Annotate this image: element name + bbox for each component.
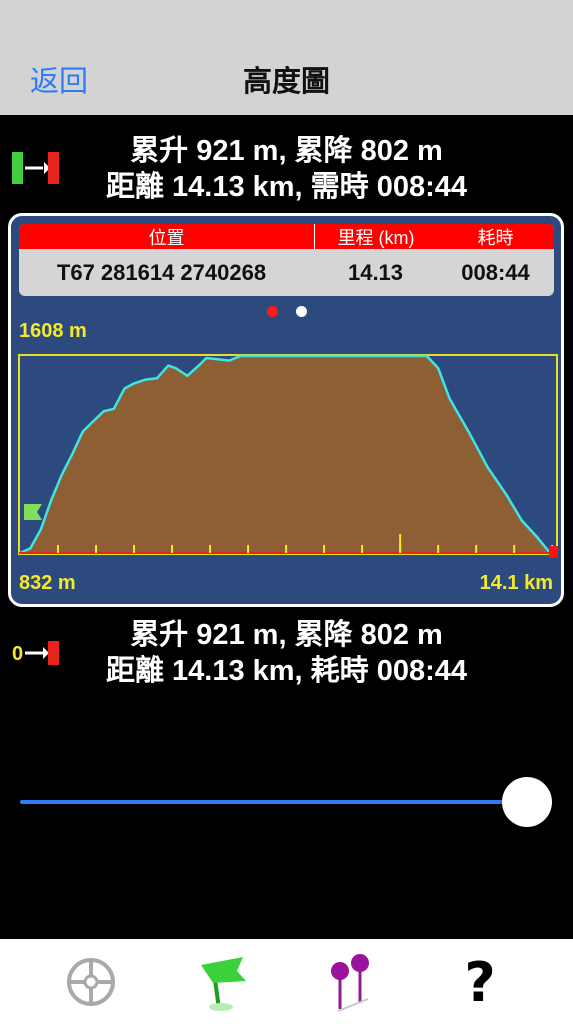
total-ascent-descent: 累升 921 m, 累降 802 m [130, 135, 443, 167]
tab-location[interactable] [56, 949, 126, 1015]
back-button[interactable]: 返回 [30, 58, 88, 100]
crosshair-icon [67, 958, 115, 1006]
position-value: T67 281614 2740268 [56, 259, 267, 285]
slider-thumb[interactable] [502, 777, 552, 827]
y-min-label: 832 m [19, 572, 76, 594]
time-value: 008:44 [461, 259, 530, 285]
header-time: 耗時 [477, 227, 514, 248]
segment-distance-time: 距離 14.13 km, 耗時 008:44 [105, 655, 468, 687]
header-distance: 里程 (km) [314, 224, 437, 249]
segment-summary: 累升 921 m, 累降 802 m 距離 14.13 km, 耗時 008:4… [0, 617, 573, 689]
total-summary: 累升 921 m, 累降 802 m 距離 14.13 km, 需時 008:4… [0, 133, 573, 205]
tab-waypoints[interactable] [318, 949, 388, 1015]
x-max-label: 14.1 km [479, 572, 553, 594]
position-info-table: 位置 里程 (km) 耗時 T67 281614 2740268 14.13 0… [19, 224, 554, 296]
header-position: 位置 [148, 227, 185, 248]
info-table-header: 位置 里程 (km) 耗時 [19, 224, 554, 249]
elevation-profile-card[interactable]: 位置 里程 (km) 耗時 T67 281614 2740268 14.13 0… [8, 213, 564, 607]
distance-slider[interactable] [20, 775, 555, 831]
page-dot-2[interactable] [296, 306, 307, 317]
slider-track[interactable] [20, 800, 510, 804]
start-flag-icon [24, 504, 42, 520]
terrain-area [20, 356, 556, 553]
green-flag-icon [201, 957, 246, 1011]
tab-bar: ? [0, 939, 573, 1024]
navigation-bar: 返回 高度圖 [0, 0, 573, 115]
total-distance-time: 距離 14.13 km, 需時 008:44 [105, 171, 468, 203]
purple-pins-icon [331, 954, 369, 1012]
distance-value: 14.13 [347, 259, 404, 285]
info-table-row: T67 281614 2740268 14.13 008:44 [19, 249, 554, 296]
help-icon[interactable]: ? [445, 949, 515, 1015]
y-max-label: 1608 m [19, 320, 87, 342]
page-dot-1[interactable] [267, 306, 278, 317]
tab-route[interactable] [186, 949, 256, 1015]
segment-ascent-descent: 累升 921 m, 累降 802 m [130, 619, 443, 651]
elevation-chart[interactable] [18, 354, 558, 560]
end-marker-icon [549, 546, 558, 558]
